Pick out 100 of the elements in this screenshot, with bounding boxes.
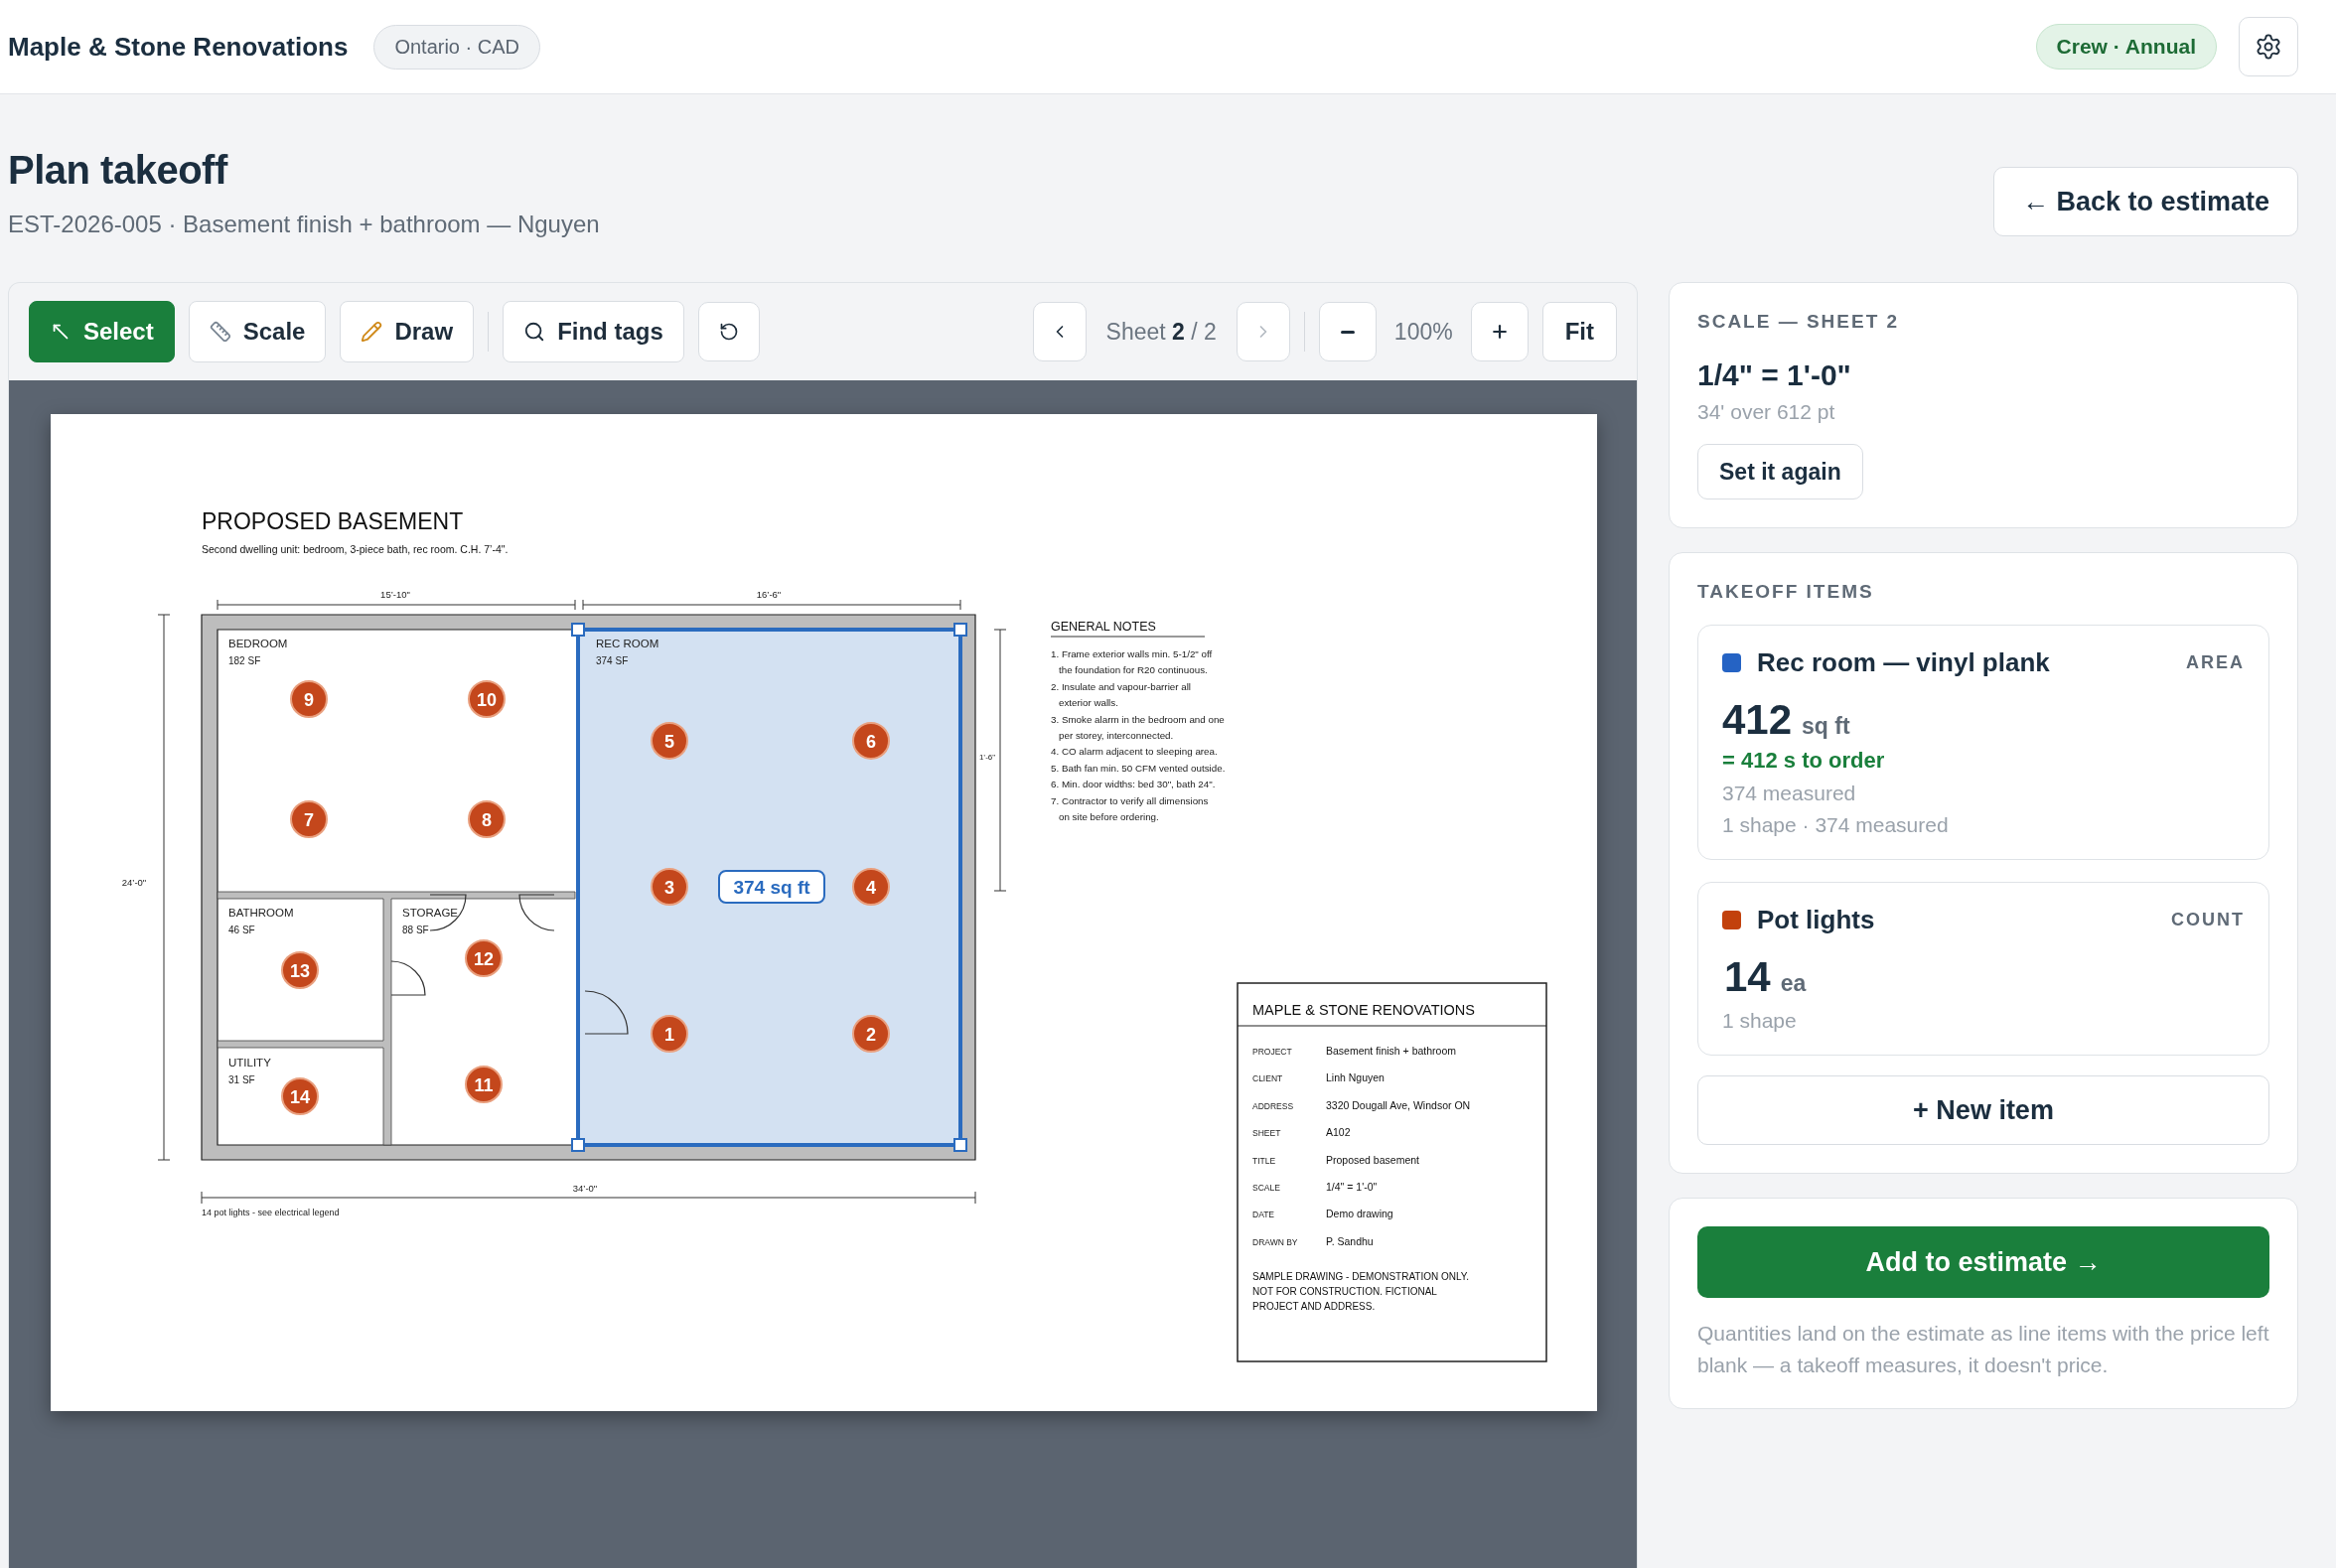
- item-unit: sq ft: [1802, 713, 1850, 740]
- set-scale-button[interactable]: Set it again: [1697, 444, 1863, 499]
- undo-button[interactable]: [697, 302, 760, 361]
- item-detail: 1 shape: [1722, 1009, 1798, 1033]
- general-note: 3. Smoke alarm in the bedroom and one per storey, interconnected.: [1051, 713, 1225, 741]
- title-block-value: 1/4" = 1'-0": [1326, 1181, 1378, 1193]
- pot-light-marker[interactable]: 13: [281, 951, 319, 989]
- item-quantity: 14: [1724, 953, 1771, 1001]
- item-detail: 1 shape · 374 measured: [1722, 813, 1950, 837]
- area-measurement-tag[interactable]: 374 sq ft: [718, 870, 825, 904]
- title-block-value: 3320 Dougall Ave, Windsor ON: [1326, 1098, 1471, 1111]
- pot-light-marker[interactable]: 3: [651, 868, 688, 906]
- room-area: 374 SF: [596, 655, 629, 666]
- page-title: Plan takeoff: [8, 148, 229, 193]
- add-to-estimate-button[interactable]: Add to estimate →: [1697, 1226, 2269, 1298]
- item-unit: ea: [1780, 970, 1807, 997]
- plan-title: PROPOSED BASEMENT: [202, 508, 464, 534]
- pot-light-marker[interactable]: 12: [465, 939, 503, 977]
- pot-light-marker[interactable]: 11: [465, 1066, 503, 1103]
- estimate-note: Quantities land on the estimate as line items with the price left blank — a takeoff measures, it doesn't price.: [1697, 1321, 2269, 1378]
- selection-handle[interactable]: [953, 1138, 967, 1152]
- item-type: AREA: [2186, 652, 2245, 673]
- pot-light-marker[interactable]: 14: [281, 1077, 319, 1115]
- scale-ratio: 1/4" = 1'-0": [1697, 358, 1852, 392]
- selection-handle[interactable]: [571, 623, 585, 637]
- selected-area-outline[interactable]: [576, 628, 962, 1147]
- scale-detail: 34' over 612 pt: [1697, 400, 1836, 424]
- search-icon: [523, 321, 546, 343]
- title-block-label: ADDRESS: [1252, 1100, 1294, 1111]
- room-area: 88 SF: [402, 925, 429, 935]
- room-area: 182 SF: [228, 655, 261, 666]
- notes-heading: GENERAL NOTES: [1051, 620, 1156, 634]
- plan-badge: Crew · Annual: [2035, 24, 2217, 70]
- general-note: 6. Min. door widths: bed 30", bath 24".: [1051, 779, 1216, 790]
- card-heading: TAKEOFF ITEMS: [1697, 581, 1875, 603]
- selection-handle[interactable]: [571, 1138, 585, 1152]
- room-area: 46 SF: [228, 925, 255, 935]
- dimension-label: 24’-0": [121, 877, 147, 888]
- pot-light-marker[interactable]: 1: [651, 1015, 688, 1053]
- sheet-indicator: Sheet 2 / 2: [1104, 318, 1218, 346]
- undo-icon: [718, 322, 739, 342]
- pot-light-marker[interactable]: 6: [852, 722, 890, 760]
- room-name: BEDROOM: [228, 638, 288, 649]
- pencil-icon: [361, 321, 383, 343]
- room-name: BATHROOM: [228, 907, 294, 919]
- title-block-value: Demo drawing: [1326, 1208, 1393, 1220]
- pot-light-marker[interactable]: 8: [468, 800, 506, 838]
- takeoff-item[interactable]: Pot lights COUNT 14 ea 1 shape: [1697, 882, 2269, 1056]
- general-note: 4. CO alarm adjacent to sleeping area.: [1051, 746, 1218, 758]
- fit-button[interactable]: Fit: [1541, 302, 1617, 361]
- title-block-label: DRAWN BY: [1252, 1236, 1298, 1247]
- new-item-button[interactable]: + New item: [1697, 1075, 2269, 1145]
- title-block-disclaimer: SAMPLE DRAWING - DEMONSTRATION ONLY. NOT FOR CONSTRUCTION. FICTIONAL PROJECT AND ADDRESS.: [1252, 1271, 1469, 1312]
- dimension-label: 15’-10": [380, 589, 410, 600]
- room-name: UTILITY: [228, 1057, 271, 1069]
- pot-light-marker[interactable]: 9: [290, 680, 328, 718]
- brand-name: Maple & Stone Renovations: [8, 31, 349, 63]
- room-name: STORAGE: [402, 907, 459, 919]
- pot-light-marker[interactable]: 2: [852, 1015, 890, 1053]
- page-subtitle: EST-2026-005 · Basement finish + bathroom — Nguyen: [8, 211, 600, 238]
- title-block-label: SCALE: [1252, 1183, 1280, 1193]
- back-button[interactable]: ← Back to estimate: [1992, 167, 2298, 236]
- title-block-value: P. Sandhu: [1326, 1234, 1374, 1247]
- door-swing: [584, 990, 629, 1035]
- pot-light-marker[interactable]: 4: [852, 868, 890, 906]
- dimension-label: 16’-6": [756, 589, 782, 600]
- item-type: COUNT: [2171, 910, 2245, 930]
- tool-button[interactable]: Scale: [188, 301, 327, 362]
- minus-icon: [1340, 330, 1355, 334]
- tool-button[interactable]: Find tags: [503, 301, 684, 362]
- general-note: 2. Insulate and vapour-barrier all exterior walls.: [1051, 680, 1192, 709]
- zoom-level: 100%: [1392, 318, 1454, 346]
- tool-button[interactable]: Draw: [340, 301, 475, 362]
- title-block-label: CLIENT: [1252, 1073, 1283, 1084]
- general-note: 5. Bath fan min. 50 CFM vented outside.: [1051, 762, 1226, 774]
- plan-subtitle: Second dwelling unit: bedroom, 3-piece bath, rec room. C.H. 7’-4".: [202, 543, 509, 555]
- title-block-company: MAPLE & STONE RENOVATIONS: [1252, 1002, 1475, 1018]
- general-note: 1. Frame exterior walls min. 5-1/2" off the foundation for R20 continuous.: [1051, 648, 1213, 676]
- pot-light-marker[interactable]: 5: [651, 722, 688, 760]
- pot-light-marker[interactable]: 10: [468, 680, 506, 718]
- item-detail: 374 measured: [1722, 782, 1857, 805]
- settings-button[interactable]: [2239, 17, 2298, 76]
- title-block-label: SHEET: [1252, 1128, 1281, 1139]
- general-note: 7. Contractor to verify all dimensions on site before ordering.: [1051, 794, 1209, 822]
- title-block-label: PROJECT: [1252, 1047, 1292, 1057]
- title-block-value: Basement finish + bathroom: [1326, 1045, 1457, 1057]
- room-name: REC ROOM: [596, 638, 659, 649]
- title-block-value: Proposed basement: [1326, 1153, 1419, 1166]
- dimension-label: 34’-0": [572, 1183, 598, 1194]
- item-quantity: 412: [1722, 696, 1793, 744]
- selection-handle[interactable]: [953, 623, 967, 637]
- plan-footnote: 14 pot lights - see electrical legend: [202, 1208, 340, 1217]
- title-block-label: DATE: [1252, 1210, 1275, 1220]
- order-quantity: = 412 s to order: [1722, 748, 1886, 774]
- dimension-label: 1’-6": [978, 753, 996, 762]
- tool-button[interactable]: Select: [29, 301, 175, 362]
- room-area: 31 SF: [228, 1074, 255, 1085]
- pot-light-marker[interactable]: 7: [290, 800, 328, 838]
- takeoff-item[interactable]: Rec room — vinyl plank AREA 412 sq ft = 412 s to order 374 measured 1 shape · 374 measured: [1697, 625, 2269, 860]
- card-heading: SCALE — SHEET 2: [1697, 311, 1901, 333]
